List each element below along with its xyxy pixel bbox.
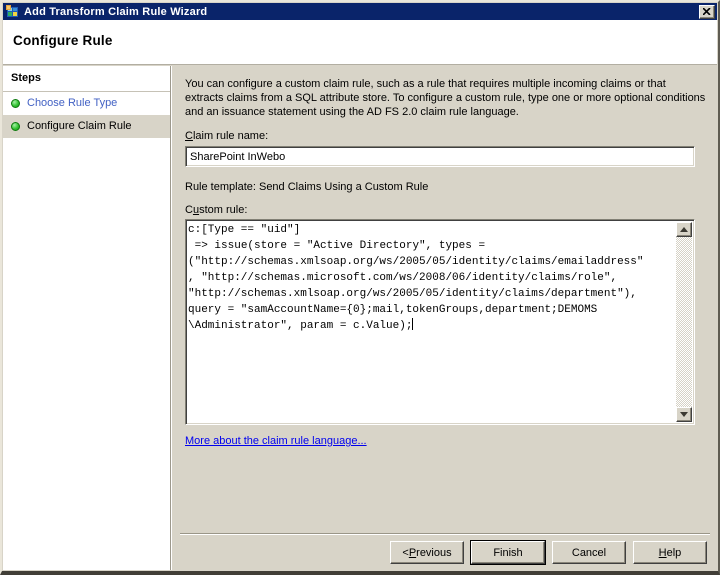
titlebar[interactable]: Add Transform Claim Rule Wizard: [3, 3, 717, 20]
more-link[interactable]: More about the claim rule language...: [185, 435, 367, 447]
separator: [180, 533, 710, 535]
cancel-button[interactable]: Cancel: [552, 541, 626, 564]
rule-template-text: Rule template: Send Claims Using a Custo…: [185, 181, 709, 193]
finish-button[interactable]: Finish: [471, 541, 545, 564]
main-content: You can configure a custom claim rule, s…: [185, 77, 709, 447]
scroll-down-button[interactable]: [676, 407, 692, 422]
scroll-up-icon: [680, 227, 688, 232]
close-icon: [703, 8, 711, 15]
custom-rule-text: c:[Type == "uid"] => issue(store = "Acti…: [188, 222, 675, 422]
claim-rule-name-label: Claim rule name:: [185, 130, 709, 142]
app-icon: [6, 5, 20, 19]
window-title: Add Transform Claim Rule Wizard: [24, 6, 699, 18]
page-title: Configure Rule: [13, 33, 717, 48]
custom-rule-textarea[interactable]: c:[Type == "uid"] => issue(store = "Acti…: [185, 219, 695, 425]
steps-title: Steps: [3, 66, 170, 92]
step-bullet-icon: [11, 99, 20, 108]
text-caret: [412, 318, 413, 330]
step-item-label: Configure Claim Rule: [27, 120, 132, 132]
button-row: < Previous Finish Cancel Help: [390, 541, 707, 564]
step-item-configure-claim-rule: Configure Claim Rule: [3, 115, 170, 138]
step-bullet-icon: [11, 122, 20, 131]
description-text: You can configure a custom claim rule, s…: [185, 77, 707, 119]
page-header: Configure Rule: [3, 20, 717, 65]
scroll-track[interactable]: [676, 237, 692, 407]
claim-rule-name-input[interactable]: [185, 146, 695, 167]
scroll-down-icon: [680, 412, 688, 417]
scroll-up-button[interactable]: [676, 222, 692, 237]
close-button[interactable]: [699, 5, 715, 19]
step-item-choose-rule-type[interactable]: Choose Rule Type: [3, 92, 170, 115]
wizard-window: Add Transform Claim Rule Wizard Configur…: [0, 0, 720, 575]
step-item-label: Choose Rule Type: [27, 97, 117, 109]
vertical-scrollbar[interactable]: [676, 222, 692, 422]
previous-button[interactable]: < Previous: [390, 541, 464, 564]
steps-panel: Steps Choose Rule Type Configure Claim R…: [3, 66, 171, 570]
help-button[interactable]: Help: [633, 541, 707, 564]
custom-rule-label: Custom rule:: [185, 204, 709, 216]
